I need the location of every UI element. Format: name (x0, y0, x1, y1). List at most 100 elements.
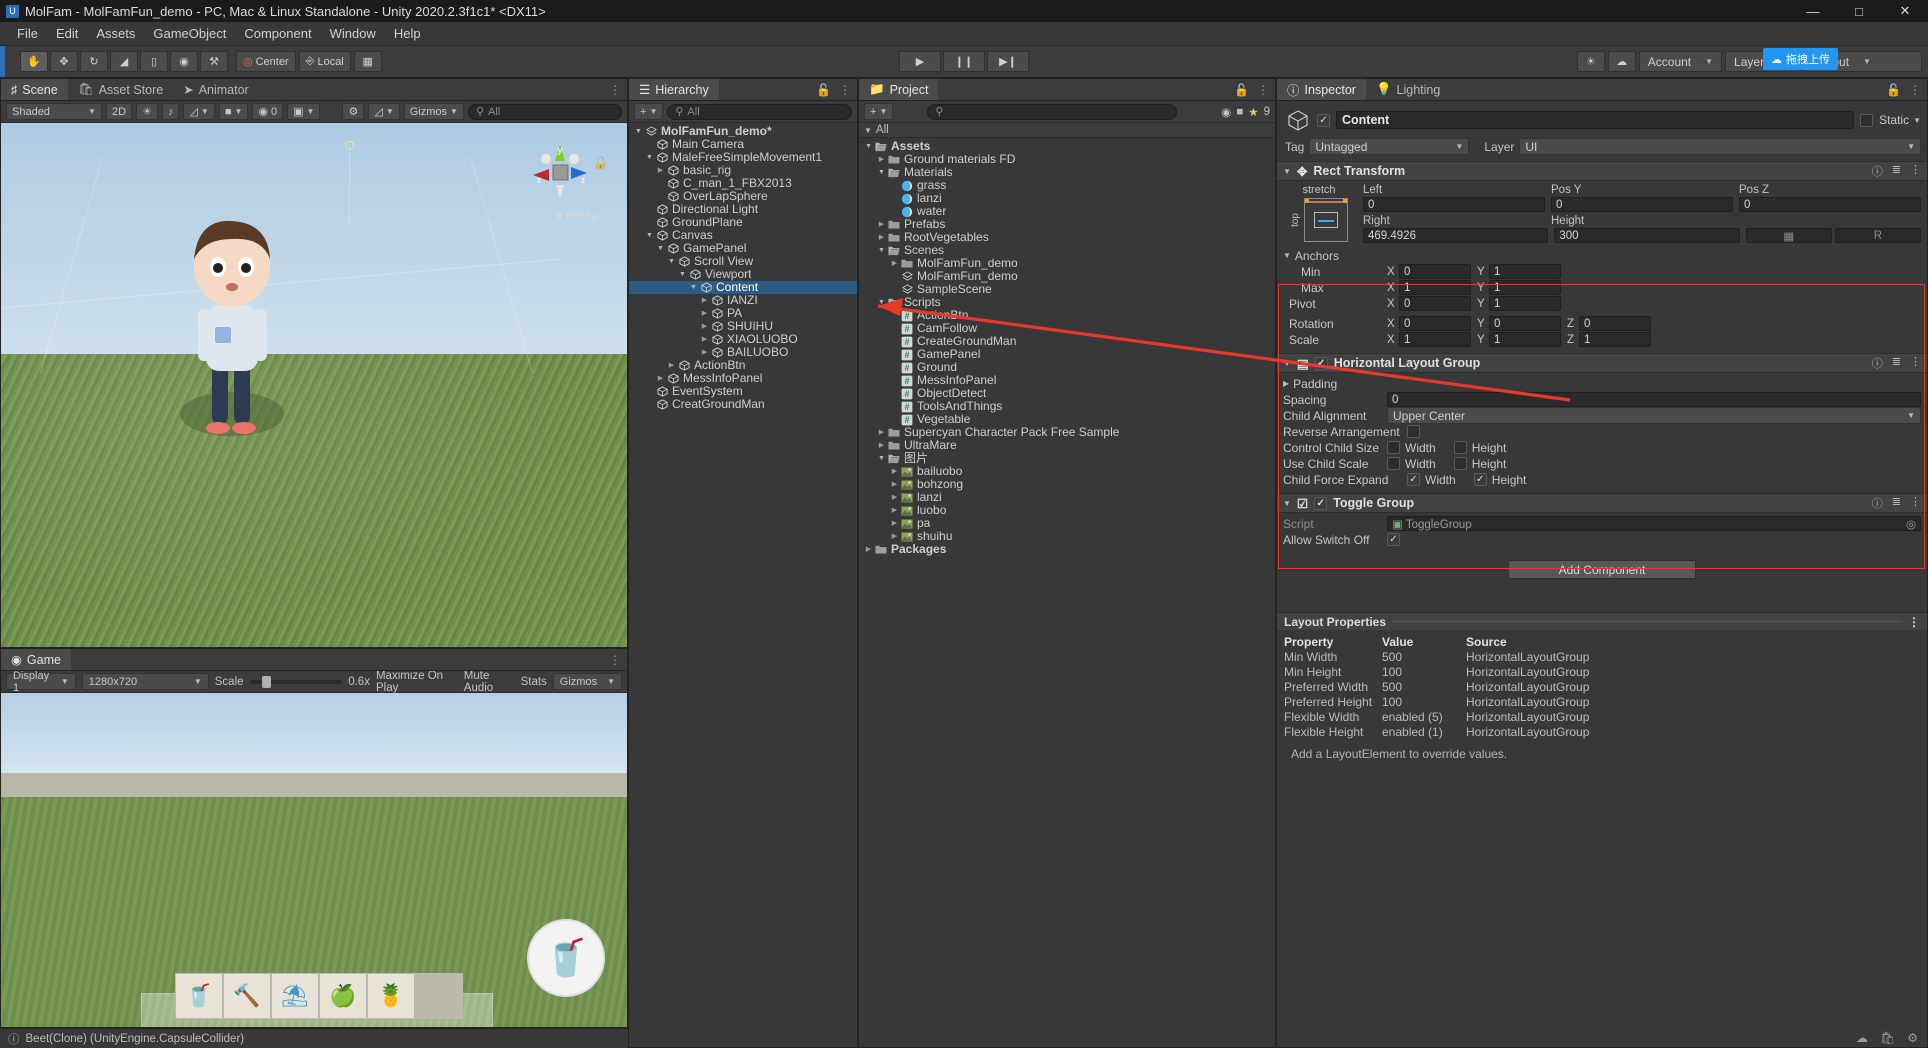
maximize-button[interactable]: □ (1836, 0, 1882, 22)
menu-item-help[interactable]: Help (385, 22, 430, 46)
hierarchy-search-input[interactable]: ⚲ All (667, 103, 852, 120)
light-gizmo-icon[interactable] (345, 141, 354, 150)
close-button[interactable]: ✕ (1882, 0, 1928, 22)
hierarchy-add-button[interactable]: + ▼ (634, 103, 664, 120)
reverse-arrangement-checkbox[interactable] (1407, 425, 1420, 438)
gameobject-enabled-checkbox[interactable]: ✓ (1317, 113, 1330, 127)
favorites-icon[interactable]: ★ (1248, 105, 1258, 119)
lock-icon[interactable]: 🔓 (816, 83, 831, 97)
chevron-right-icon[interactable]: ▶ (699, 346, 710, 359)
item-slot-empty[interactable] (415, 973, 463, 1019)
project-add-button[interactable]: + ▼ (864, 103, 894, 120)
tree-row[interactable]: ▶ luobo (859, 504, 1275, 517)
chevron-down-icon[interactable]: ▼ (677, 268, 688, 281)
preset-icon[interactable]: ≣ (1892, 355, 1901, 371)
chevron-down-icon[interactable]: ▼ (644, 229, 655, 242)
tab-asset-store[interactable]: 🛍 Asset Store (68, 79, 174, 100)
menu-item-gameobject[interactable]: GameObject (144, 22, 235, 46)
maximize-on-play-toggle[interactable]: Maximize On Play (376, 670, 458, 694)
tag-dropdown[interactable]: Untagged ▼ (1309, 138, 1470, 155)
chevron-down-icon[interactable]: ▼ (666, 255, 677, 268)
tree-row[interactable]: # ToolsAndThings (859, 400, 1275, 413)
chevron-down-icon[interactable]: ▼ (876, 166, 887, 179)
anchor-max-y-input[interactable]: 1 (1489, 280, 1561, 295)
tab-inspector[interactable]: ⓘ Inspector (1277, 79, 1366, 100)
collab-icon[interactable]: ☀ (1576, 51, 1605, 72)
tree-row[interactable]: ▶ Prefabs (859, 218, 1275, 231)
scene-perspective-label[interactable]: ◂ Persp (555, 207, 599, 223)
preset-icon[interactable]: ≣ (1892, 163, 1901, 179)
audio-toggle-icon[interactable]: ♪ (161, 103, 180, 120)
chevron-right-icon[interactable]: ▶ (655, 372, 666, 385)
hierarchy-tree[interactable]: ▼ MolFamFun_demo* Main Camera ▼ MaleFreeSimp… (629, 123, 857, 1047)
static-checkbox[interactable] (1860, 113, 1874, 127)
pivot-y-input[interactable]: 1 (1489, 296, 1561, 311)
tree-row[interactable]: ▼ Scripts (859, 296, 1275, 309)
preset-icon[interactable]: ≣ (1892, 495, 1901, 511)
static-dropdown[interactable]: Static ▼ (1879, 113, 1921, 127)
grid-snap-icon[interactable]: ▦ (353, 51, 382, 72)
chevron-down-icon[interactable]: ▼ (1283, 167, 1291, 176)
scale-x-input[interactable]: 1 (1399, 332, 1471, 347)
chevron-right-icon[interactable]: ▶ (889, 257, 900, 270)
chevron-right-icon[interactable]: ▶ (876, 439, 887, 452)
tree-row[interactable]: ▼ 图片 (859, 452, 1275, 465)
scale-tool-icon[interactable]: ◢ (110, 51, 138, 72)
tree-row[interactable]: Directional Light (629, 203, 857, 216)
tree-row[interactable]: ▶ SHUIHU (629, 320, 857, 333)
scene-camera-settings-icon[interactable]: ▣ ▼ (287, 103, 321, 120)
inspector-menu-icon[interactable]: ⋮ (1909, 83, 1921, 97)
chevron-right-icon[interactable]: ▶ (876, 426, 887, 439)
tree-row[interactable]: ▶ PA (629, 307, 857, 320)
child-force-expand-height-checkbox[interactable]: ✓ (1473, 473, 1487, 486)
progress-status-icon[interactable]: ⚙ (1907, 1031, 1918, 1045)
minimize-button[interactable]: — (1790, 0, 1836, 22)
character-model[interactable] (166, 209, 306, 474)
display-dropdown[interactable]: Display 1 ▼ (6, 670, 76, 694)
tree-row[interactable]: # MessInfoPanel (859, 374, 1275, 387)
rotate-tool-icon[interactable]: ↻ (80, 51, 108, 72)
rotation-y-input[interactable]: 0 (1489, 316, 1561, 331)
tree-row[interactable]: ▶ XIAOLUOBO (629, 333, 857, 346)
tree-row[interactable]: ▶ lanzi (859, 491, 1275, 504)
horizontal-layout-group-enabled-checkbox[interactable]: ✓ (1314, 356, 1328, 370)
menu-item-assets[interactable]: Assets (87, 22, 144, 46)
scale-z-input[interactable]: 1 (1579, 332, 1651, 347)
tree-row[interactable]: ▼ Assets (859, 140, 1275, 153)
chevron-right-icon[interactable]: ▶ (876, 231, 887, 244)
use-child-scale-width-checkbox[interactable] (1387, 457, 1400, 470)
game-viewport[interactable]: 🥤 🔨 ⛱ 🍏 🍍 🥤 (1, 693, 627, 1027)
scene-visibility-icon[interactable]: ■ ▼ (218, 103, 249, 120)
left-input[interactable]: 0 (1363, 197, 1545, 212)
chevron-down-icon[interactable]: ▼ (864, 126, 872, 135)
chevron-right-icon[interactable]: ▶ (699, 333, 710, 346)
transform-tool-icon[interactable]: ◉ (170, 51, 198, 72)
help-icon[interactable]: ⓘ (1872, 163, 1883, 179)
anchor-max-x-input[interactable]: 1 (1399, 280, 1471, 295)
tree-row[interactable]: ▶ Supercyan Character Pack Free Sample (859, 426, 1275, 439)
pivot-rotation-button[interactable]: ⎆ Local (298, 51, 351, 72)
camera-icon[interactable]: ◿ ▼ (368, 103, 400, 120)
tab-hierarchy[interactable]: ☰ Hierarchy (629, 79, 719, 100)
pivot-x-input[interactable]: 0 (1399, 296, 1471, 311)
camera-count[interactable]: ◉ 0 (252, 103, 284, 120)
filter-by-type-icon[interactable]: ◉ (1221, 105, 1231, 119)
game-panel-menu-icon[interactable]: ⋮ (603, 649, 627, 670)
lock-icon[interactable]: 🔓 (1234, 83, 1249, 97)
item-slot-hammer[interactable]: 🔨 (223, 973, 271, 1019)
tree-row[interactable]: ▶ MessInfoPanel (629, 372, 857, 385)
chevron-right-icon[interactable]: ▶ (666, 359, 677, 372)
account-dropdown[interactable]: Account ▼ (1638, 51, 1723, 72)
tree-row[interactable]: # Ground (859, 361, 1275, 374)
help-icon[interactable]: ⓘ (1872, 495, 1883, 511)
tree-row[interactable]: # GamePanel (859, 348, 1275, 361)
scene-viewport[interactable]: y x z ◂ Persp 🔒 ⋮ (1, 123, 627, 647)
rect-transform-header[interactable]: ▼ ✥ Rect Transform ⓘ ≣ ⋮ (1277, 161, 1927, 181)
custom-editor-tool-icon[interactable]: ⚒ (200, 51, 228, 72)
lighting-toggle-icon[interactable]: ☀ (136, 103, 158, 120)
use-child-scale-height-checkbox[interactable] (1453, 457, 1467, 470)
tree-row[interactable]: OverLapSphere (629, 190, 857, 203)
script-object-field[interactable]: ▣ ToggleGroup ◎ (1387, 516, 1921, 531)
action-button[interactable]: 🥤 (527, 919, 605, 997)
gameobject-name-input[interactable]: Content (1336, 111, 1855, 129)
